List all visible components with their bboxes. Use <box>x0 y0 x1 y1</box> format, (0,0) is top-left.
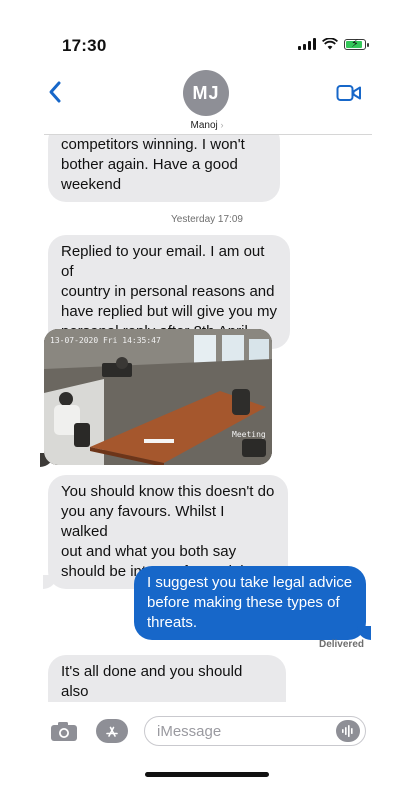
timestamp: Yesterday 17:09 <box>171 214 243 225</box>
message-line: before making these types of <box>147 594 340 611</box>
message-line: I suggest you take legal advice <box>147 574 353 591</box>
incoming-message-1[interactable]: competitors winning. I won't bother agai… <box>48 135 280 202</box>
contact-avatar[interactable]: MJ <box>183 70 229 116</box>
battery-icon: ⚡ <box>344 38 369 50</box>
avatar-initials: MJ <box>192 82 220 103</box>
contact-name-button[interactable]: Manoj › <box>0 120 414 131</box>
message-line: have replied but will give you my <box>61 303 277 320</box>
message-line: threats. <box>147 614 198 631</box>
status-bar: 17:30 ⚡ <box>0 0 414 60</box>
photo-overlay-datetime: 13-07-2020 Fri 14:35:47 <box>50 336 161 345</box>
waveform-icon <box>342 725 353 737</box>
message-line: competitors winning. I won't <box>61 136 245 153</box>
status-icons: ⚡ <box>298 38 369 50</box>
incoming-message-4[interactable]: It's all done and you should also think <box>48 655 286 702</box>
photo-attachment[interactable]: 13-07-2020 Fri 14:35:47 Meeting <box>44 329 272 465</box>
message-line: out and what you both say <box>61 543 237 560</box>
camera-icon[interactable] <box>50 720 78 742</box>
message-input[interactable] <box>144 716 366 746</box>
message-line: bother again. Have a good <box>61 156 238 173</box>
contact-name: Manoj <box>190 120 218 131</box>
message-thread[interactable]: competitors winning. I won't bother agai… <box>0 135 414 702</box>
audio-message-button[interactable] <box>336 720 360 742</box>
message-line: It's all done and you should also <box>61 663 243 700</box>
home-indicator[interactable] <box>145 772 269 777</box>
app-store-button[interactable] <box>96 719 128 743</box>
message-line: You should know this doesn't do <box>61 483 275 500</box>
cellular-signal-icon <box>298 38 316 50</box>
status-time: 17:30 <box>62 36 107 55</box>
video-camera-icon[interactable] <box>336 84 362 102</box>
outgoing-message[interactable]: I suggest you take legal advice before m… <box>134 566 371 640</box>
conversation-header: MJ Manoj › <box>0 60 414 134</box>
wifi-icon <box>322 38 338 50</box>
cctv-photo: 13-07-2020 Fri 14:35:47 Meeting <box>44 329 272 465</box>
chevron-right-icon: › <box>220 120 224 130</box>
message-line: weekend <box>61 176 122 193</box>
composer-bar <box>0 712 414 752</box>
app-store-icon <box>106 726 118 737</box>
message-line: you any favours. Whilst I walked <box>61 503 225 540</box>
delivered-status: Delivered <box>318 639 364 650</box>
message-line: Replied to your email. I am out of <box>61 243 265 280</box>
message-line: country in personal reasons and <box>61 283 275 300</box>
chevron-left-icon[interactable] <box>46 80 66 104</box>
photo-overlay-label: Meeting <box>232 430 266 439</box>
